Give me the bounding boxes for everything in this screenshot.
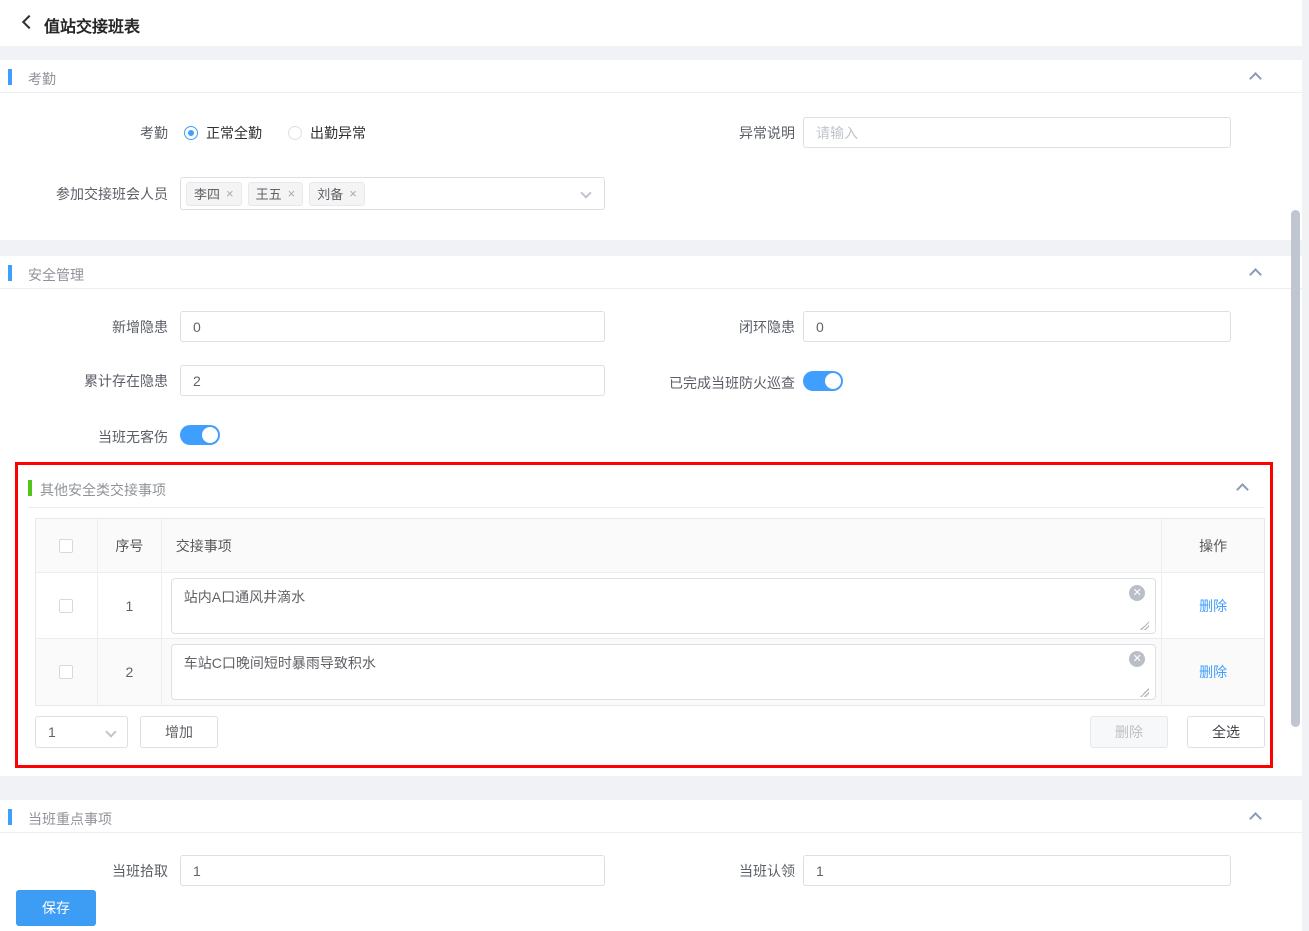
radio-selected-icon[interactable] (184, 126, 198, 140)
attendance-radio-group: 正常全勤 出勤异常 (184, 118, 366, 148)
radio-abnormal-label: 出勤异常 (310, 123, 366, 143)
abnormal-note-label: 异常说明 (627, 118, 795, 148)
row-item-cell: 车站C口晚间短时暴雨导致积水 ✕ (162, 639, 1162, 705)
remove-tag-icon[interactable]: × (288, 187, 296, 200)
abnormal-note-input[interactable] (803, 117, 1231, 148)
new-hazard-label: 新增隐患 (0, 312, 168, 342)
chevron-up-icon[interactable] (1249, 812, 1262, 825)
radio-unselected-icon[interactable] (288, 126, 302, 140)
handover-item-textarea[interactable]: 站内A口通风井滴水 (171, 578, 1156, 634)
total-hazard-label: 累计存在隐患 (0, 366, 168, 396)
key-items-section-title: 当班重点事项 (28, 809, 112, 829)
closed-hazard-label: 闭环隐患 (627, 312, 795, 342)
radio-normal-label: 正常全勤 (206, 123, 262, 143)
add-count-value: 1 (48, 724, 56, 740)
new-hazard-input[interactable] (180, 311, 605, 342)
participants-label: 参加交接班会人员 (0, 179, 168, 209)
section-marker-green (28, 480, 32, 496)
header-item: 交接事项 (162, 519, 1162, 573)
table-header-row: 序号 交接事项 操作 (36, 519, 1264, 573)
handover-item-textarea[interactable]: 车站C口晚间短时暴雨导致积水 (171, 644, 1156, 700)
key-items-section: 当班重点事项 当班拾取 当班认领 (0, 800, 1302, 886)
table-row: 2 车站C口晚间短时暴雨导致积水 ✕ 删除 (36, 639, 1264, 705)
total-hazard-input[interactable] (180, 365, 605, 396)
pickup-input[interactable] (180, 855, 605, 886)
closed-hazard-input[interactable] (803, 311, 1231, 342)
delete-row-link[interactable]: 删除 (1199, 662, 1227, 682)
safety-section-header: 安全管理 (0, 256, 1302, 289)
chevron-down-icon (580, 187, 591, 198)
add-count-select[interactable]: 1 (35, 716, 128, 748)
resize-handle-icon[interactable] (1139, 687, 1149, 697)
attendance-section-title: 考勤 (28, 69, 56, 89)
section-marker (8, 265, 12, 281)
add-button[interactable]: 增加 (140, 716, 218, 748)
row-select-cell (36, 573, 98, 639)
fire-patrol-label: 已完成当班防火巡查 (627, 368, 795, 398)
radio-abnormal-attendance[interactable]: 出勤异常 (288, 123, 366, 143)
attendance-section: 考勤 考勤 正常全勤 出勤异常 异常说明 参加交接班会人员 李四 × 王五 × … (0, 60, 1302, 240)
participant-tag: 王五 × (248, 182, 304, 206)
row-select-cell (36, 639, 98, 705)
other-items-section-title: 其他安全类交接事项 (40, 480, 166, 500)
row-item-cell: 站内A口通风井滴水 ✕ (162, 573, 1162, 639)
participant-name: 王五 (256, 184, 282, 203)
section-marker (8, 69, 12, 85)
participant-tag: 李四 × (186, 182, 242, 206)
section-marker (8, 809, 12, 825)
participant-tag: 刘备 × (309, 182, 365, 206)
batch-delete-button[interactable]: 删除 (1090, 716, 1168, 748)
claim-label: 当班认领 (627, 856, 795, 886)
chevron-up-icon[interactable] (1249, 72, 1262, 85)
add-button-label: 增加 (165, 722, 193, 742)
table-row: 1 站内A口通风井滴水 ✕ 删除 (36, 573, 1264, 639)
radio-normal-attendance[interactable]: 正常全勤 (184, 123, 262, 143)
pickup-label: 当班拾取 (0, 856, 168, 886)
participant-name: 刘备 (317, 184, 343, 203)
chevron-up-icon[interactable] (1236, 483, 1249, 496)
header-seq: 序号 (98, 519, 162, 573)
participant-name: 李四 (194, 184, 220, 203)
select-all-button[interactable]: 全选 (1187, 716, 1265, 748)
row-seq: 1 (98, 573, 162, 639)
resize-handle-icon[interactable] (1139, 620, 1149, 630)
no-injury-label: 当班无客伤 (0, 422, 168, 452)
handover-items-table: 序号 交接事项 操作 1 站内A口通风井滴水 ✕ 删除 2 车站 (35, 518, 1265, 706)
remove-tag-icon[interactable]: × (349, 187, 357, 200)
row-checkbox[interactable] (59, 665, 73, 679)
row-seq: 2 (98, 639, 162, 705)
page-header: 值站交接班表 (0, 0, 1302, 46)
page-title: 值站交接班表 (44, 13, 140, 37)
header-select-all-cell (36, 519, 98, 573)
save-footer: 保存 (0, 886, 1302, 931)
row-action-cell: 删除 (1162, 639, 1264, 705)
select-all-label: 全选 (1212, 722, 1240, 742)
header-action: 操作 (1162, 519, 1264, 573)
back-icon[interactable] (22, 15, 36, 29)
safety-section: 安全管理 新增隐患 闭环隐患 累计存在隐患 已完成当班防火巡查 当班无客伤 其他… (0, 256, 1302, 776)
chevron-down-icon (105, 726, 116, 737)
key-items-section-header: 当班重点事项 (0, 800, 1302, 833)
attendance-field-label: 考勤 (0, 118, 168, 148)
claim-input[interactable] (803, 855, 1231, 886)
no-injury-toggle[interactable] (180, 425, 220, 445)
batch-delete-label: 删除 (1115, 722, 1143, 742)
participants-multiselect[interactable]: 李四 × 王五 × 刘备 × (180, 177, 605, 210)
safety-section-title: 安全管理 (28, 265, 84, 285)
chevron-up-icon[interactable] (1249, 268, 1262, 281)
other-items-section-header: 其他安全类交接事项 (28, 476, 1265, 508)
scrollbar-thumb[interactable] (1291, 210, 1300, 727)
row-action-cell: 删除 (1162, 573, 1264, 639)
select-all-checkbox[interactable] (59, 539, 73, 553)
fire-patrol-toggle[interactable] (803, 371, 843, 391)
delete-row-link[interactable]: 删除 (1199, 596, 1227, 616)
remove-tag-icon[interactable]: × (226, 187, 234, 200)
row-checkbox[interactable] (59, 599, 73, 613)
save-button[interactable]: 保存 (16, 890, 96, 926)
attendance-section-header: 考勤 (0, 60, 1302, 93)
